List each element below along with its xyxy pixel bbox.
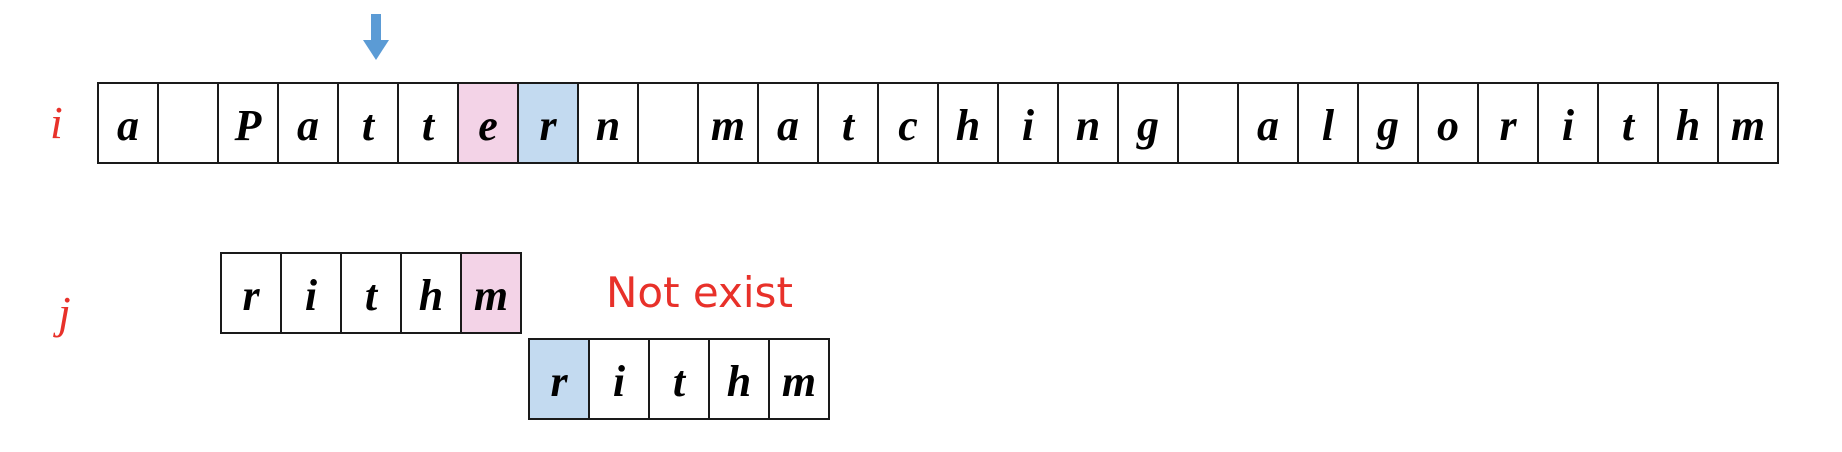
pattern-char-cell: m (770, 338, 830, 420)
text-char-cell: i (1539, 82, 1599, 164)
pattern-index-label: j (58, 287, 71, 338)
text-char-cell: a (1239, 82, 1299, 164)
text-char-cell: P (219, 82, 279, 164)
pattern-char-cell: h (710, 338, 770, 420)
pattern-char-cell: t (650, 338, 710, 420)
pattern-row-before-shift: rithm (220, 252, 522, 334)
text-char-cell: t (1599, 82, 1659, 164)
text-char-cell: t (399, 82, 459, 164)
pattern-char-cell: i (590, 338, 650, 420)
text-char-cell: n (579, 82, 639, 164)
text-char-cell: i (999, 82, 1059, 164)
text-char-cell: l (1299, 82, 1359, 164)
not-exist-note: Not exist (606, 268, 793, 317)
text-char-cell: a (759, 82, 819, 164)
pattern-char-cell: t (342, 252, 402, 334)
text-char-cell: g (1359, 82, 1419, 164)
text-char-cell: g (1119, 82, 1179, 164)
text-char-cell: t (819, 82, 879, 164)
text-char-cell: h (1659, 82, 1719, 164)
text-char-cell: h (939, 82, 999, 164)
text-char-cell: m (1719, 82, 1779, 164)
pattern-char-cell: h (402, 252, 462, 334)
pattern-row-after-shift: rithm (528, 338, 830, 420)
text-string-row: aPatternmatchingalgorithm (97, 82, 1779, 164)
text-char-cell: m (699, 82, 759, 164)
pattern-char-cell: m (462, 252, 522, 334)
pattern-char-cell: i (282, 252, 342, 334)
pattern-char-cell: r (222, 252, 282, 334)
text-char-cell: o (1419, 82, 1479, 164)
text-char-cell: e (459, 82, 519, 164)
text-char-cell: a (279, 82, 339, 164)
text-char-cell: t (339, 82, 399, 164)
text-char-cell: r (519, 82, 579, 164)
text-index-label: i (50, 97, 63, 148)
text-char-cell (159, 82, 219, 164)
pattern-char-cell: r (530, 338, 590, 420)
down-arrow-icon (363, 14, 389, 65)
text-char-cell: n (1059, 82, 1119, 164)
text-char-cell (639, 82, 699, 164)
text-char-cell: c (879, 82, 939, 164)
text-char-cell: a (99, 82, 159, 164)
text-char-cell: r (1479, 82, 1539, 164)
text-char-cell (1179, 82, 1239, 164)
